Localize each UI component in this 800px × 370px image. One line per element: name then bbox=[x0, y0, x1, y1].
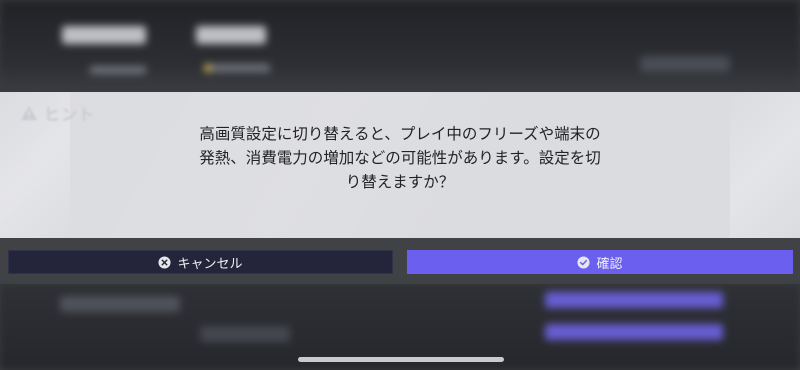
background-row bbox=[60, 296, 180, 312]
background-row bbox=[200, 326, 290, 342]
confirm-button-label: 確認 bbox=[596, 256, 623, 272]
dialog-panel: ヒント 高画質設定に切り替えると、プレイ中のフリーズや端末の 発熱、消費電力の増… bbox=[0, 92, 800, 238]
warning-icon bbox=[21, 106, 37, 120]
dialog-message-line: 発熱、消費電力の増加などの可能性があります。設定を切 bbox=[199, 149, 601, 167]
background-subtab bbox=[90, 66, 146, 74]
close-circle-icon bbox=[158, 255, 172, 269]
background-tab bbox=[62, 26, 146, 44]
dialog-message-line: り替えますか？ bbox=[345, 173, 455, 191]
background-header bbox=[0, 0, 800, 92]
cancel-button[interactable]: キャンセル bbox=[8, 250, 393, 274]
confirm-dialog: ヒント 高画質設定に切り替えると、プレイ中のフリーズや端末の 発熱、消費電力の増… bbox=[0, 92, 800, 284]
dialog-message-line: 高画質設定に切り替えると、プレイ中のフリーズや端末の bbox=[199, 125, 601, 143]
background-subtab bbox=[210, 64, 270, 72]
home-indicator[interactable] bbox=[298, 357, 504, 362]
dialog-header-label: ヒント bbox=[44, 105, 96, 124]
dialog-header: ヒント bbox=[20, 101, 95, 125]
background-tab bbox=[196, 26, 266, 44]
confirm-button[interactable]: 確認 bbox=[407, 250, 793, 274]
background-row bbox=[545, 292, 723, 308]
cancel-button-label: キャンセル bbox=[177, 256, 243, 272]
background-pill bbox=[640, 56, 730, 72]
background-row bbox=[545, 324, 723, 340]
check-circle-icon bbox=[577, 255, 591, 269]
dialog-message: 高画質設定に切り替えると、プレイ中のフリーズや端末の 発熱、消費電力の増加などの… bbox=[150, 122, 650, 194]
